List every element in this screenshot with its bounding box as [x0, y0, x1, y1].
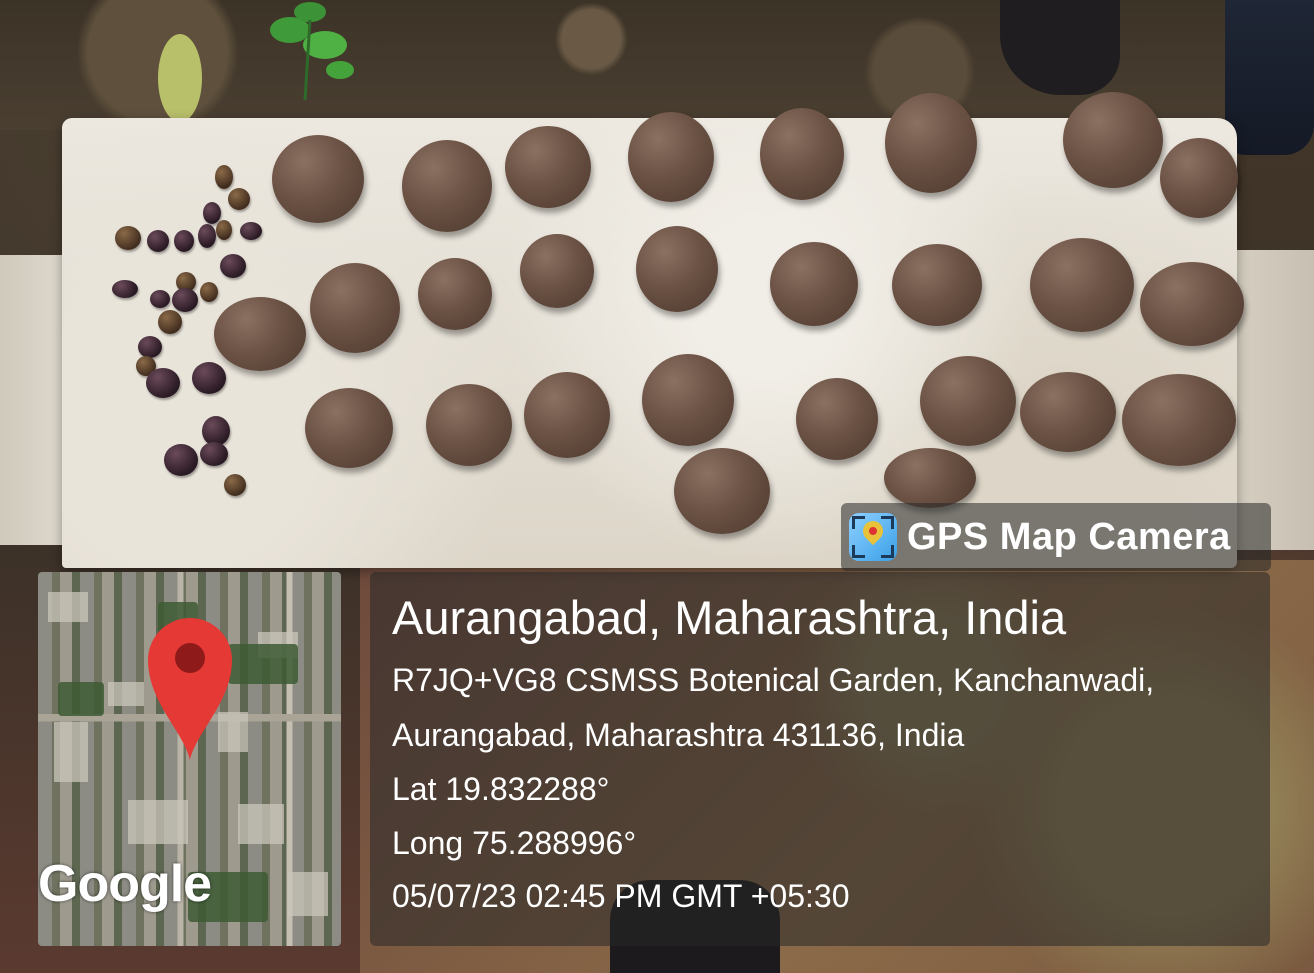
seed — [174, 230, 194, 252]
seed-ball — [305, 388, 393, 468]
seed — [158, 310, 182, 334]
address-line-1: R7JQ+VG8 CSMSS Botenical Garden, Kanchan… — [392, 662, 1155, 698]
seed-ball — [642, 354, 734, 446]
location-title: Aurangabad, Maharashtra, India — [392, 591, 1067, 644]
satellite-map-thumbnail: Google — [38, 572, 341, 946]
seed — [115, 226, 141, 250]
seed-ball — [520, 234, 594, 308]
brand-label: GPS Map Camera — [907, 515, 1231, 558]
seed-ball — [884, 448, 976, 508]
latitude-text: Lat 19.832288° — [392, 771, 610, 807]
seed — [150, 290, 170, 308]
seed-ball — [796, 378, 878, 460]
seed-ball — [674, 448, 770, 534]
address-line-2: Aurangabad, Maharashtra 431136, India — [392, 717, 965, 753]
seed-ball — [426, 384, 512, 466]
seed — [228, 188, 250, 210]
seed-ball — [1030, 238, 1134, 332]
seed — [240, 222, 262, 240]
seed — [200, 282, 218, 302]
seed — [224, 474, 246, 496]
seed — [200, 442, 228, 466]
seed — [146, 368, 180, 398]
seed — [192, 362, 226, 394]
map-pin-icon — [148, 618, 232, 760]
seed-ball — [770, 242, 858, 326]
seed-ball — [1160, 138, 1238, 218]
seed — [172, 288, 198, 312]
seed-ball — [272, 135, 364, 223]
fallen-leaf — [158, 34, 202, 122]
google-watermark: Google — [38, 855, 212, 913]
gps-map-camera-badge: GPS Map Camera — [841, 503, 1271, 571]
seed — [138, 336, 162, 358]
seed — [147, 230, 169, 252]
seed-ball — [760, 108, 844, 200]
seed-ball — [310, 263, 400, 353]
seed — [216, 220, 232, 240]
timestamp-text: 05/07/23 02:45 PM GMT +05:30 — [392, 878, 850, 914]
seed-ball — [1063, 92, 1163, 188]
seed-ball — [524, 372, 610, 458]
seed-ball — [636, 226, 718, 312]
seed-ball — [885, 93, 977, 193]
seed-ball — [1122, 374, 1236, 466]
seed — [220, 254, 246, 278]
photo-scene: GPS Map Camera Google Aurangabad, Mahara… — [0, 0, 1314, 973]
seed-ball — [1140, 262, 1244, 346]
gps-map-camera-logo-icon — [849, 513, 897, 561]
location-info-panel: Aurangabad, Maharashtra, India R7JQ+VG8 … — [370, 572, 1270, 946]
seed-ball — [1020, 372, 1116, 452]
seed-ball — [920, 356, 1016, 446]
seed-ball — [628, 112, 714, 202]
seed — [198, 224, 216, 248]
shoe-top-edge — [1225, 0, 1314, 155]
seed-ball — [214, 297, 306, 371]
seed — [203, 202, 221, 224]
seed — [215, 165, 233, 189]
seed-ball — [402, 140, 492, 232]
longitude-text: Long 75.288996° — [392, 825, 637, 861]
plant-seedling — [270, 2, 354, 100]
seed — [164, 444, 198, 476]
seed-ball — [418, 258, 492, 330]
seed — [112, 280, 138, 298]
seed-ball — [892, 244, 982, 326]
seed-ball — [505, 126, 591, 208]
